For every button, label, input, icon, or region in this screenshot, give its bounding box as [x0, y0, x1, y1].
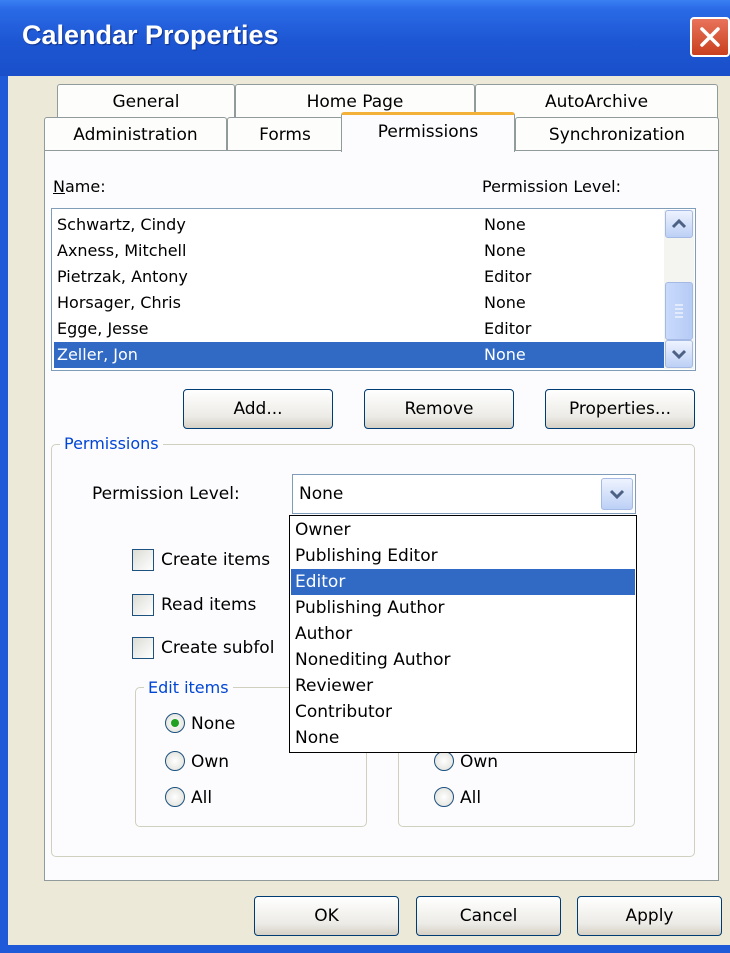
- remove-button-label: Remove: [404, 399, 474, 419]
- dropdown-arrow-button[interactable]: [601, 478, 633, 510]
- list-row[interactable]: Schwartz, Cindy None: [54, 212, 664, 238]
- member-level: Editor: [484, 267, 532, 286]
- delete-all-label: All: [460, 788, 482, 808]
- scroll-down-button[interactable]: [665, 340, 693, 368]
- remove-button[interactable]: Remove: [364, 389, 514, 429]
- edit-all-label: All: [191, 788, 213, 808]
- permissions-group-label: Permissions: [60, 434, 163, 453]
- cancel-button[interactable]: Cancel: [416, 896, 561, 936]
- member-level: None: [484, 293, 526, 312]
- member-level: None: [484, 345, 526, 364]
- tab-forms[interactable]: Forms: [227, 117, 343, 151]
- tab-administration-label: Administration: [73, 125, 198, 145]
- ok-button[interactable]: OK: [254, 896, 399, 936]
- dropdown-option[interactable]: Publishing Editor: [291, 543, 635, 569]
- add-button-label: Add...: [233, 399, 283, 419]
- ok-button-label: OK: [314, 906, 339, 926]
- permission-level-dropdown-list[interactable]: Owner Publishing Editor Editor Publishin…: [289, 515, 637, 753]
- read-items-label: Read items: [161, 595, 257, 615]
- tab-forms-label: Forms: [259, 125, 311, 145]
- member-name: Pietrzak, Antony: [57, 267, 188, 286]
- member-name: Zeller, Jon: [57, 345, 138, 364]
- name-column-header: Name:: [53, 177, 106, 196]
- title-bar[interactable]: Calendar Properties: [0, 0, 730, 76]
- permission-level-column-header: Permission Level:: [482, 177, 622, 196]
- edit-all-radio[interactable]: [165, 787, 185, 807]
- dropdown-arrow-icon: [609, 489, 625, 500]
- read-items-checkbox[interactable]: [132, 594, 154, 616]
- edit-none-radio[interactable]: [165, 713, 185, 733]
- dropdown-option[interactable]: Owner: [291, 517, 635, 543]
- tab-administration[interactable]: Administration: [44, 117, 227, 151]
- dropdown-option[interactable]: Publishing Author: [291, 595, 635, 621]
- permission-level-value: None: [299, 484, 344, 504]
- edit-own-radio[interactable]: [165, 751, 185, 771]
- cancel-button-label: Cancel: [459, 906, 518, 926]
- permission-level-combobox[interactable]: None: [292, 474, 636, 514]
- dropdown-option[interactable]: Nonediting Author: [291, 647, 635, 673]
- add-button[interactable]: Add...: [183, 389, 333, 429]
- member-name: Axness, Mitchell: [57, 241, 187, 260]
- create-subfolders-label: Create subfol: [161, 638, 275, 658]
- window-frame-left: [0, 76, 8, 953]
- scroll-thumb[interactable]: [665, 282, 693, 340]
- radio-selected-icon: [171, 719, 179, 727]
- tab-permissions[interactable]: Permissions: [341, 112, 515, 152]
- dropdown-option-highlighted[interactable]: Editor: [291, 569, 635, 595]
- member-name: Horsager, Chris: [57, 293, 181, 312]
- grip-icon: [675, 304, 683, 318]
- list-row[interactable]: Horsager, Chris None: [54, 290, 664, 316]
- delete-own-radio[interactable]: [434, 751, 454, 771]
- members-listbox[interactable]: Schwartz, Cindy None Axness, Mitchell None…: [51, 208, 696, 371]
- dropdown-option[interactable]: None: [291, 725, 635, 751]
- dialog-window: Calendar Properties General Home Page Au…: [0, 0, 730, 953]
- tab-general[interactable]: General: [57, 84, 235, 118]
- window-title: Calendar Properties: [22, 20, 279, 50]
- close-icon: [700, 27, 720, 47]
- tab-synchronization[interactable]: Synchronization: [515, 117, 719, 151]
- list-row-selected[interactable]: Zeller, Jon None: [54, 342, 664, 368]
- delete-own-label: Own: [460, 752, 499, 772]
- member-level: None: [484, 215, 526, 234]
- edit-none-label: None: [191, 714, 236, 734]
- member-level: Editor: [484, 319, 532, 338]
- create-items-label: Create items: [161, 550, 271, 570]
- member-level: None: [484, 241, 526, 260]
- tab-synchronization-label: Synchronization: [548, 125, 686, 145]
- listbox-scrollbar[interactable]: [664, 210, 694, 369]
- apply-button-label: Apply: [625, 906, 674, 926]
- tab-home-page-label: Home Page: [306, 92, 404, 112]
- apply-button[interactable]: Apply: [577, 896, 722, 936]
- dropdown-option[interactable]: Author: [291, 621, 635, 647]
- create-items-checkbox[interactable]: [132, 549, 154, 571]
- scroll-down-icon: [671, 349, 687, 360]
- list-row[interactable]: Pietrzak, Antony Editor: [54, 264, 664, 290]
- properties-button[interactable]: Properties...: [545, 389, 695, 429]
- edit-own-label: Own: [191, 752, 230, 772]
- properties-button-label: Properties...: [568, 399, 672, 419]
- dropdown-option[interactable]: Contributor: [291, 699, 635, 725]
- window-frame-bottom: [0, 945, 730, 953]
- list-row[interactable]: Axness, Mitchell None: [54, 238, 664, 264]
- dropdown-option[interactable]: Reviewer: [291, 673, 635, 699]
- permission-level-label: Permission Level:: [92, 484, 240, 504]
- create-subfolders-checkbox[interactable]: [132, 637, 154, 659]
- close-button[interactable]: [690, 17, 730, 57]
- tab-general-label: General: [112, 92, 180, 112]
- scroll-up-icon: [671, 218, 687, 229]
- scroll-up-button[interactable]: [665, 210, 693, 238]
- member-name: Schwartz, Cindy: [57, 215, 186, 234]
- tab-permissions-label: Permissions: [377, 122, 479, 142]
- member-name: Egge, Jesse: [57, 319, 149, 338]
- edit-items-group-label: Edit items: [144, 678, 233, 697]
- tab-autoarchive-label: AutoArchive: [544, 92, 649, 112]
- list-row[interactable]: Egge, Jesse Editor: [54, 316, 664, 342]
- delete-all-radio[interactable]: [434, 787, 454, 807]
